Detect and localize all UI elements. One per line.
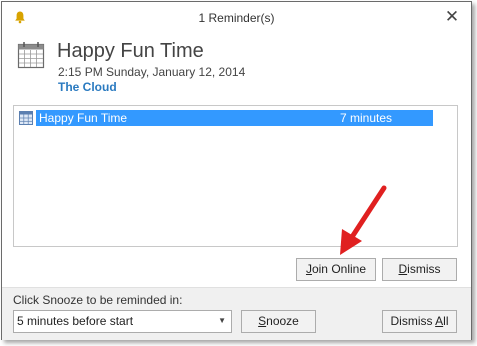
item-start-time: 2:15 PM Sunday, January 12, 2014 bbox=[58, 65, 246, 79]
join-online-button[interactable]: Join Online bbox=[296, 258, 376, 281]
button-label-part: ismiss bbox=[407, 262, 441, 276]
snooze-label: Click Snooze to be reminded in: bbox=[13, 293, 183, 307]
access-key: S bbox=[258, 314, 267, 328]
button-label-part: nooze bbox=[266, 314, 299, 328]
chevron-down-icon: ▼ bbox=[218, 316, 226, 325]
button-label-part: oin Online bbox=[311, 262, 367, 276]
button-label-part: Dismiss bbox=[390, 314, 436, 328]
snooze-interval-value: 5 minutes before start bbox=[17, 314, 134, 328]
dismiss-all-button[interactable]: Dismiss All bbox=[382, 310, 457, 333]
dismiss-button[interactable]: Dismiss bbox=[382, 258, 457, 281]
item-location: The Cloud bbox=[58, 80, 117, 94]
snooze-interval-select[interactable]: 5 minutes before start ▼ bbox=[13, 310, 232, 333]
access-key: D bbox=[398, 262, 408, 276]
red-arrow bbox=[340, 185, 387, 255]
reminder-window: 1 Reminder(s) ✕ Happy Fun Time 2:15 PM S… bbox=[1, 1, 472, 340]
appointment-icon bbox=[19, 111, 33, 125]
close-icon[interactable]: ✕ bbox=[441, 6, 463, 28]
item-subject: Happy Fun Time bbox=[57, 40, 204, 62]
list-item[interactable]: Happy Fun Time 7 minutes bbox=[19, 110, 433, 126]
list-item-due-in: 7 minutes bbox=[340, 111, 393, 125]
snooze-panel: Click Snooze to be reminded in: 5 minute… bbox=[2, 287, 471, 340]
access-key: A bbox=[435, 314, 444, 328]
window-title: 1 Reminder(s) bbox=[198, 11, 275, 25]
reminder-list[interactable]: Happy Fun Time 7 minutes bbox=[13, 105, 458, 247]
list-item-subject: Happy Fun Time bbox=[39, 111, 128, 125]
button-label-part: ll bbox=[443, 314, 449, 328]
calendar-icon bbox=[17, 42, 45, 69]
snooze-button[interactable]: Snooze bbox=[241, 310, 316, 333]
title-bar: 1 Reminder(s) ✕ bbox=[2, 2, 471, 32]
